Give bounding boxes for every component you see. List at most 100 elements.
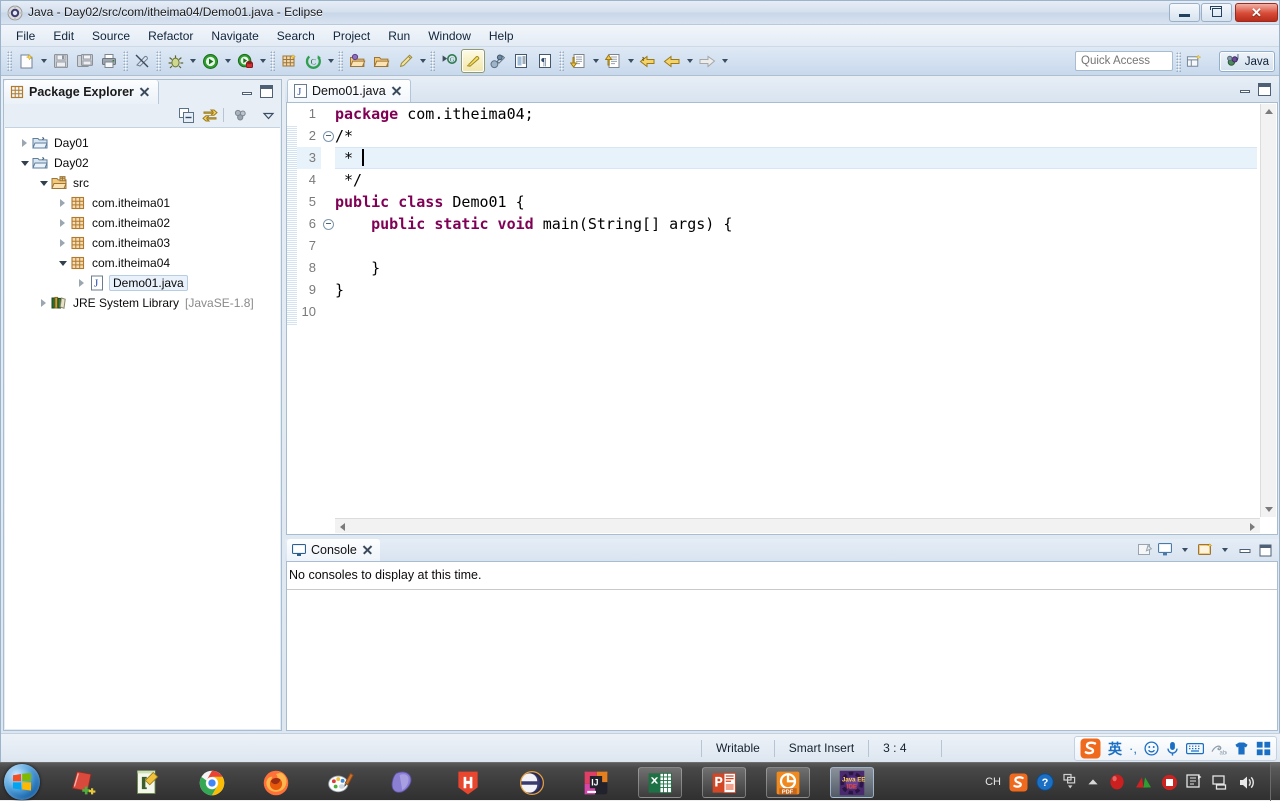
menu-item-source[interactable]: Source: [83, 26, 139, 46]
tree-item-com-itheima03[interactable]: com.itheima03: [5, 233, 280, 253]
taskbar-intellij-idea-button[interactable]: IJ: [574, 767, 618, 798]
chevron-down-icon[interactable]: [1215, 541, 1235, 559]
tree-item-com-itheima04[interactable]: com.itheima04: [5, 253, 280, 273]
scroll-left-icon[interactable]: [335, 519, 350, 534]
run-icon[interactable]: [199, 50, 221, 72]
coverage-dropdown[interactable]: [257, 50, 268, 72]
debug-icon[interactable]: [164, 50, 186, 72]
menu-item-edit[interactable]: Edit: [44, 26, 83, 46]
clear-console-icon[interactable]: [1135, 541, 1155, 559]
tree-item-com-itheima02[interactable]: com.itheima02: [5, 213, 280, 233]
taskbar-foxit-pdf-button[interactable]: PDF: [766, 767, 810, 798]
expand-arrow-icon[interactable]: [37, 293, 50, 313]
scroll-right-icon[interactable]: [1245, 519, 1260, 534]
next-annotation-dropdown[interactable]: [590, 50, 601, 72]
minimize-icon[interactable]: [1235, 541, 1255, 559]
toolbar-grip[interactable]: [559, 51, 564, 71]
minimize-icon[interactable]: [241, 86, 253, 97]
menu-item-window[interactable]: Window: [419, 26, 480, 46]
tab-package-explorer[interactable]: Package Explorer: [4, 80, 159, 104]
menu-item-file[interactable]: File: [7, 26, 44, 46]
fold-toggle-icon[interactable]: [321, 125, 335, 147]
toolbar-grip[interactable]: [270, 51, 275, 71]
link-with-editor-icon[interactable]: [200, 106, 220, 124]
menu-item-navigate[interactable]: Navigate: [202, 26, 267, 46]
back-icon[interactable]: [661, 50, 683, 72]
perspective-java-button[interactable]: J Java: [1218, 51, 1275, 72]
open-console-icon[interactable]: [1195, 541, 1215, 559]
punctuation-icon[interactable]: ·,: [1129, 741, 1137, 756]
forward-icon[interactable]: [696, 50, 718, 72]
menu-item-project[interactable]: Project: [324, 26, 379, 46]
taskbar-excel-button[interactable]: [638, 767, 682, 798]
toolbar-grip[interactable]: [7, 51, 12, 71]
view-menu-icon[interactable]: [230, 106, 250, 124]
expand-arrow-icon[interactable]: [56, 193, 69, 213]
save-all-icon[interactable]: [74, 50, 96, 72]
scroll-down-icon[interactable]: [1261, 502, 1277, 517]
toggle-block-selection-icon[interactable]: [510, 50, 532, 72]
fold-toggle-icon[interactable]: [321, 213, 335, 235]
previous-annotation-dropdown[interactable]: [625, 50, 636, 72]
open-task-dropdown[interactable]: [417, 50, 428, 72]
window-close-button[interactable]: ✕: [1235, 3, 1278, 22]
forward-dropdown[interactable]: [719, 50, 730, 72]
save-icon[interactable]: [50, 50, 72, 72]
open-perspective-button[interactable]: [1181, 51, 1207, 72]
tree-item-demo01-java[interactable]: J Demo01.java: [5, 273, 280, 293]
collapse-all-icon[interactable]: [176, 106, 196, 124]
run-dropdown[interactable]: [222, 50, 233, 72]
collapse-arrow-icon[interactable]: [56, 253, 69, 273]
start-orb-icon[interactable]: [4, 764, 40, 800]
previous-annotation-icon[interactable]: [602, 50, 624, 72]
taskbar-java-ee-ide-button[interactable]: Java EE IDE: [830, 767, 874, 798]
display-selected-console-icon[interactable]: [1155, 541, 1175, 559]
maximize-icon[interactable]: [1258, 83, 1271, 96]
project-tree[interactable]: Day01 Day02 src com.itheima01 com.itheima02 c…: [5, 127, 280, 729]
scroll-up-icon[interactable]: [1261, 104, 1277, 119]
expand-arrow-icon[interactable]: [56, 213, 69, 233]
editor-horizontal-scrollbar[interactable]: [335, 518, 1260, 533]
toggle-mark-occurrences-icon[interactable]: [131, 50, 153, 72]
taskbar-editplus-button[interactable]: [126, 767, 170, 798]
search-icon[interactable]: G: [438, 50, 460, 72]
tree-item-com-itheima01[interactable]: com.itheima01: [5, 193, 280, 213]
tree-item-day01[interactable]: Day01: [5, 133, 280, 153]
tree-item-jre-system-library[interactable]: JRE System Library [JavaSE-1.8]: [5, 293, 280, 313]
taskbar-eclipse-button[interactable]: [510, 767, 554, 798]
collapse-arrow-icon[interactable]: [18, 153, 31, 173]
show-whitespace-characters-icon[interactable]: ¶: [534, 50, 556, 72]
menu-item-help[interactable]: Help: [480, 26, 523, 46]
window-minimize-button[interactable]: [1169, 3, 1200, 22]
expand-arrow-icon[interactable]: [18, 133, 31, 153]
tray-language-label[interactable]: CH: [985, 776, 1001, 788]
coverage-icon[interactable]: [234, 50, 256, 72]
toolbar-grip[interactable]: [430, 51, 435, 71]
tab-demo01-java[interactable]: J Demo01.java: [287, 79, 411, 102]
new-wizard-dropdown[interactable]: [38, 50, 49, 72]
maximize-icon[interactable]: [260, 85, 273, 98]
print-icon[interactable]: [98, 50, 120, 72]
last-edit-location-icon[interactable]: [637, 50, 659, 72]
menu-item-run[interactable]: Run: [379, 26, 419, 46]
toggle-show-whitespace-icon[interactable]: [461, 49, 485, 73]
collapse-arrow-icon[interactable]: [37, 173, 50, 193]
new-java-class-icon[interactable]: C: [302, 50, 324, 72]
code-text-area[interactable]: package com.itheima04; /* * */ public clas…: [335, 103, 1257, 518]
next-annotation-icon[interactable]: [567, 50, 589, 72]
expand-arrow-icon[interactable]: [56, 233, 69, 253]
toolbar-grip[interactable]: [123, 51, 128, 71]
open-type-icon[interactable]: [346, 50, 368, 72]
menu-item-refactor[interactable]: Refactor: [139, 26, 202, 46]
toggle-breadcrumb-icon[interactable]: [486, 50, 508, 72]
close-icon[interactable]: [139, 87, 150, 98]
tab-console[interactable]: Console: [287, 539, 380, 561]
open-task-icon[interactable]: [394, 50, 416, 72]
taskbar-google-chrome-button[interactable]: [190, 767, 234, 798]
annotation-ruler[interactable]: [287, 125, 297, 325]
chevron-down-icon[interactable]: [1175, 541, 1195, 559]
ime-mode-label[interactable]: 英: [1108, 739, 1122, 759]
tree-item-day02[interactable]: Day02: [5, 153, 280, 173]
taskbar-firefox-button[interactable]: [254, 767, 298, 798]
new-java-package-icon[interactable]: [278, 50, 300, 72]
